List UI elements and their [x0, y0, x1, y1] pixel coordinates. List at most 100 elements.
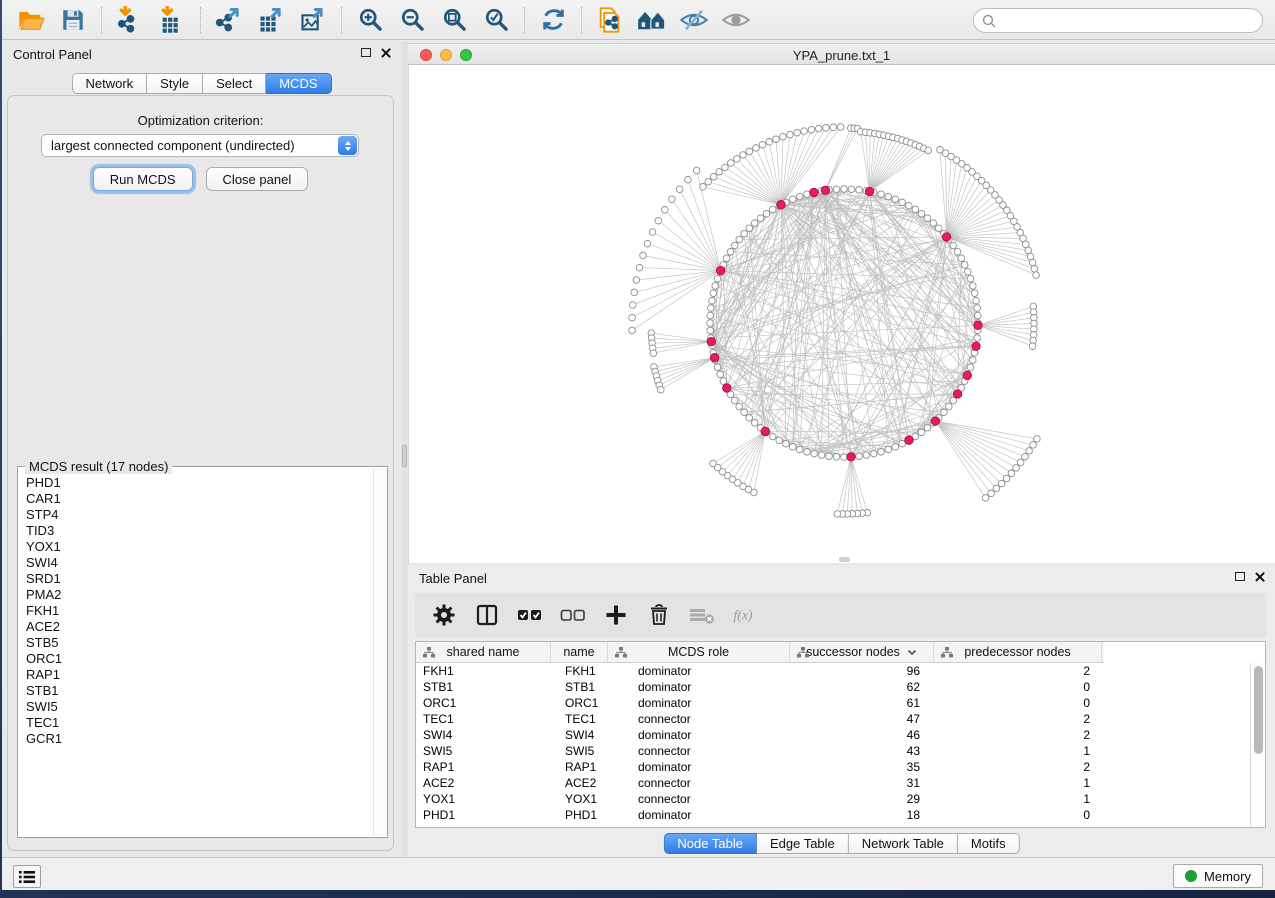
- zoom-selected-icon[interactable]: [481, 5, 511, 35]
- mcds-result-item[interactable]: PMA2: [26, 587, 371, 603]
- mcds-result-item[interactable]: STB1: [26, 683, 371, 699]
- table-row[interactable]: FKH1FKH1dominator962: [416, 663, 1250, 679]
- refresh-icon[interactable]: [538, 5, 568, 35]
- float-panel-icon[interactable]: [361, 48, 371, 57]
- table-tab-node-table[interactable]: Node Table: [663, 833, 757, 854]
- tab-mcds[interactable]: MCDS: [266, 73, 331, 94]
- network-graph[interactable]: [409, 65, 1275, 562]
- zoom-out-icon[interactable]: [397, 5, 427, 35]
- network-canvas[interactable]: [408, 65, 1275, 563]
- mcds-result-item[interactable]: YOX1: [26, 539, 371, 555]
- mcds-result-item[interactable]: FKH1: [26, 603, 371, 619]
- memory-button-label: Memory: [1204, 869, 1251, 884]
- table-cell: RAP1: [423, 759, 551, 775]
- add-column-icon[interactable]: [603, 602, 629, 628]
- table-cell: 46: [790, 727, 920, 743]
- mcds-result-item[interactable]: ORC1: [26, 651, 371, 667]
- table-cell: 43: [790, 743, 920, 759]
- mcds-result-item[interactable]: PHD1: [26, 475, 371, 491]
- mcds-result-item[interactable]: SWI5: [26, 699, 371, 715]
- mcds-list-scrollbar[interactable]: [373, 468, 386, 836]
- zoom-fit-icon[interactable]: [439, 5, 469, 35]
- mcds-result-item[interactable]: ACE2: [26, 619, 371, 635]
- table-row[interactable]: YOX1YOX1connector291: [416, 791, 1250, 807]
- table-cell: ORC1: [423, 695, 551, 711]
- table-row[interactable]: TEC1TEC1connector472: [416, 711, 1250, 727]
- save-session-icon[interactable]: [58, 5, 88, 35]
- delete-column-icon[interactable]: [646, 602, 672, 628]
- column-header-predecessor-nodes[interactable]: predecessor nodes: [934, 642, 1102, 662]
- column-header-successor-nodes[interactable]: successor nodes: [790, 642, 934, 662]
- table-cell: 62: [790, 679, 920, 695]
- table-settings-icon[interactable]: [431, 602, 457, 628]
- table-row[interactable]: RAP1RAP1dominator352: [416, 759, 1250, 775]
- mcds-result-list[interactable]: PHD1CAR1STP4TID3YOX1SWI4SRD1PMA2FKH1ACE2…: [26, 475, 371, 833]
- mcds-result-item[interactable]: SRD1: [26, 571, 371, 587]
- table-row[interactable]: ORC1ORC1dominator610: [416, 695, 1250, 711]
- network-hscroll-handle[interactable]: [839, 557, 850, 562]
- run-mcds-button[interactable]: Run MCDS: [93, 167, 193, 191]
- tab-select[interactable]: Select: [203, 73, 266, 94]
- clone-network-icon[interactable]: [595, 5, 625, 35]
- mcds-tab-content: Optimization criterion: largest connecte…: [7, 95, 394, 851]
- deselect-all-icon[interactable]: [560, 602, 586, 628]
- close-table-panel-icon[interactable]: [1254, 571, 1265, 582]
- tab-style[interactable]: Style: [147, 73, 203, 94]
- close-panel-icon[interactable]: [380, 47, 391, 58]
- table-row[interactable]: STB1STB1dominator620: [416, 679, 1250, 695]
- dropdown-stepper-icon[interactable]: [338, 136, 357, 155]
- export-network-icon[interactable]: [214, 5, 244, 35]
- column-header-shared-name[interactable]: shared name: [416, 642, 551, 662]
- table-cell: TEC1: [423, 711, 551, 727]
- folder-open-icon[interactable]: [16, 5, 46, 35]
- import-network-icon[interactable]: [115, 5, 145, 35]
- table-cell: dominator: [638, 695, 790, 711]
- control-panel: Control Panel NetworkStyleSelectMCDS Opt…: [2, 41, 401, 857]
- table-cell: 2: [934, 727, 1090, 743]
- hide-eye-icon[interactable]: [679, 5, 709, 35]
- table-row[interactable]: SWI5SWI5connector431: [416, 743, 1250, 759]
- houses-icon[interactable]: [637, 5, 667, 35]
- network-window-titlebar[interactable]: YPA_prune.txt_1: [408, 43, 1275, 65]
- zoom-in-icon[interactable]: [355, 5, 385, 35]
- table-row[interactable]: ACE2ACE2connector311: [416, 775, 1250, 791]
- show-eye-icon[interactable]: [721, 5, 751, 35]
- mcds-result-item[interactable]: STB5: [26, 635, 371, 651]
- mcds-result-item[interactable]: TID3: [26, 523, 371, 539]
- mcds-result-item[interactable]: SWI4: [26, 555, 371, 571]
- column-header-MCDS-role[interactable]: MCDS role: [608, 642, 790, 662]
- search-icon: [982, 14, 996, 28]
- select-all-icon[interactable]: [517, 602, 543, 628]
- table-cell: 2: [934, 711, 1090, 727]
- optimization-criterion-dropdown[interactable]: largest connected component (undirected): [41, 134, 359, 157]
- vertical-splitter-handle[interactable]: [402, 445, 407, 467]
- search-box[interactable]: [973, 8, 1263, 33]
- table-cell: dominator: [638, 727, 790, 743]
- table-scrollbar[interactable]: [1250, 663, 1265, 827]
- column-header-name[interactable]: name: [551, 642, 608, 662]
- close-panel-button[interactable]: Close panel: [206, 167, 309, 191]
- memory-status-icon: [1185, 870, 1197, 882]
- memory-button[interactable]: Memory: [1173, 864, 1263, 888]
- export-table-icon[interactable]: [256, 5, 286, 35]
- vertical-splitter[interactable]: [401, 41, 408, 857]
- show-columns-icon[interactable]: [474, 602, 500, 628]
- table-tab-network-table[interactable]: Network Table: [849, 833, 958, 854]
- panel-menu-button[interactable]: [13, 865, 41, 888]
- table-row[interactable]: SWI4SWI4dominator462: [416, 727, 1250, 743]
- mcds-result-item[interactable]: STP4: [26, 507, 371, 523]
- mcds-result-item[interactable]: CAR1: [26, 491, 371, 507]
- export-image-icon[interactable]: [298, 5, 328, 35]
- float-table-panel-icon[interactable]: [1235, 572, 1245, 581]
- mcds-result-item[interactable]: RAP1: [26, 667, 371, 683]
- search-input[interactable]: [1001, 13, 1262, 28]
- optimization-criterion-label: Optimization criterion:: [8, 113, 393, 128]
- tab-network[interactable]: Network: [71, 73, 147, 94]
- mcds-result-item[interactable]: GCR1: [26, 731, 371, 747]
- import-table-icon[interactable]: [157, 5, 187, 35]
- table-row[interactable]: PHD1PHD1dominator180: [416, 807, 1250, 823]
- table-scrollbar-thumb[interactable]: [1254, 666, 1263, 754]
- table-tab-edge-table[interactable]: Edge Table: [757, 833, 849, 854]
- table-tab-motifs[interactable]: Motifs: [958, 833, 1020, 854]
- mcds-result-item[interactable]: TEC1: [26, 715, 371, 731]
